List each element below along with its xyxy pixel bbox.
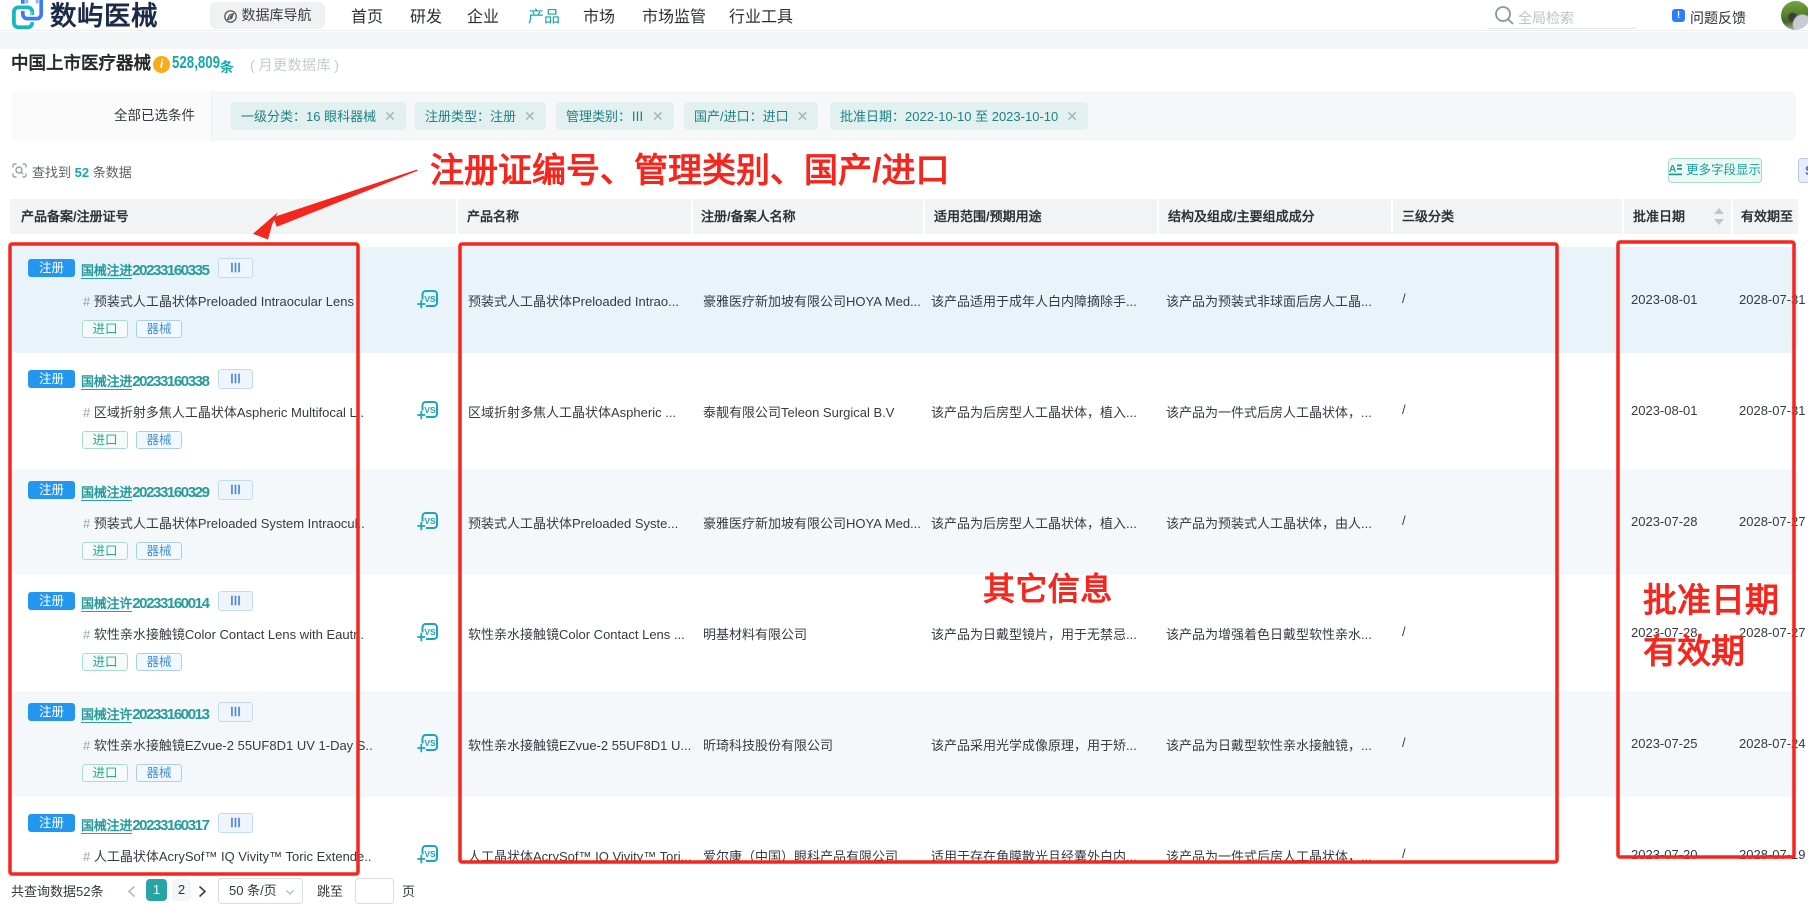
svg-text:A: A: [1669, 164, 1676, 175]
svg-text:VS: VS: [424, 627, 436, 637]
svg-text:VS: VS: [424, 294, 436, 304]
svg-text:VS: VS: [424, 738, 436, 748]
svg-text:VS: VS: [424, 516, 436, 526]
svg-text:VS: VS: [424, 849, 436, 859]
svg-text:VS: VS: [424, 405, 436, 415]
